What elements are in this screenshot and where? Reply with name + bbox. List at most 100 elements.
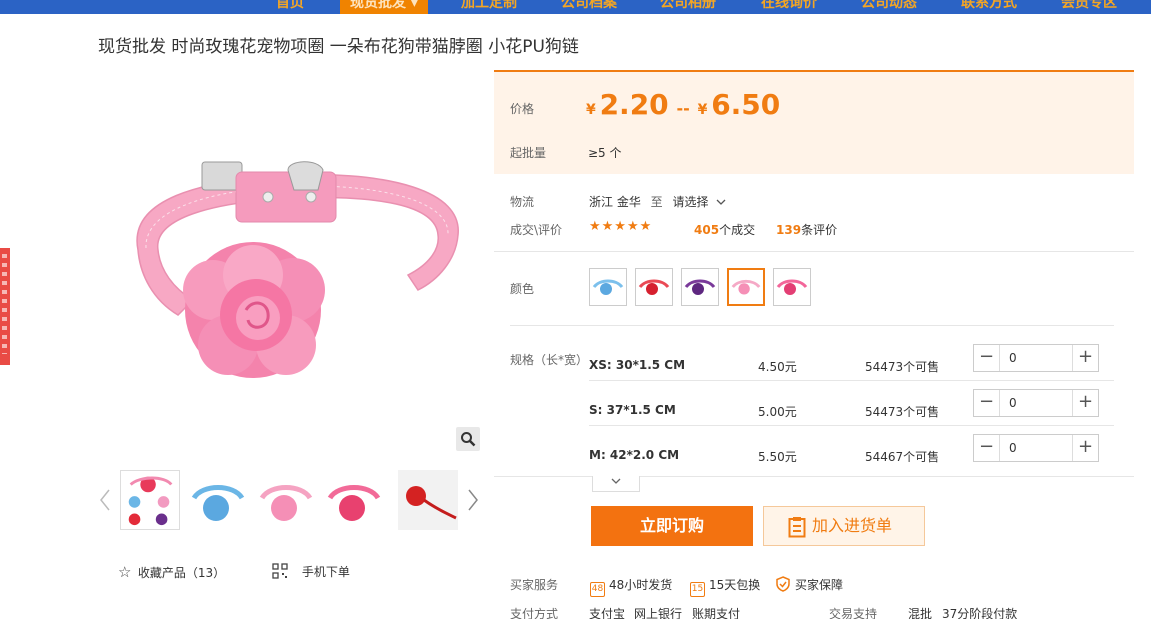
services-label: 买家服务 bbox=[510, 578, 559, 592]
trade-support-label: 交易支持 bbox=[829, 607, 878, 619]
quantity-stepper: − + bbox=[973, 344, 1099, 372]
thumbnail-1[interactable] bbox=[120, 470, 180, 530]
decrement-button[interactable]: − bbox=[974, 345, 1000, 371]
divider bbox=[494, 476, 1134, 477]
nav-home[interactable]: 首页 bbox=[276, 0, 304, 14]
spec-price: 5.00元 bbox=[758, 405, 797, 419]
mobile-order[interactable]: 手机下单 bbox=[272, 563, 350, 580]
moq-value: ≥5 个 bbox=[588, 146, 622, 160]
order-now-button[interactable]: 立即订购 bbox=[591, 506, 753, 546]
nav-member[interactable]: 会员专区 bbox=[1061, 0, 1117, 14]
thumbnail-4[interactable] bbox=[324, 470, 384, 530]
divider bbox=[510, 325, 1114, 326]
currency-symbol: ¥ bbox=[586, 102, 596, 118]
price-panel: 价格 ¥ 2.20 -- ¥ 6.50 起批量 ≥5 个 bbox=[494, 70, 1134, 174]
spec-price: 4.50元 bbox=[758, 360, 797, 374]
spec-label: 规格（长*宽） bbox=[510, 353, 589, 367]
expand-specs-button[interactable] bbox=[592, 476, 640, 492]
reviews-suffix: 条评价 bbox=[801, 223, 838, 237]
service-text: 买家保障 bbox=[795, 578, 844, 592]
price-max: 6.50 bbox=[711, 88, 781, 121]
nav-wholesale[interactable]: 现货批发 ▾ bbox=[340, 0, 428, 14]
color-swatch-purple[interactable] bbox=[681, 268, 719, 306]
product-main-image bbox=[136, 161, 459, 378]
favorite-product[interactable]: ☆ 收藏产品（13） bbox=[118, 563, 225, 581]
logistics-label: 物流 bbox=[510, 195, 535, 209]
zoom-button[interactable] bbox=[456, 427, 480, 451]
divider bbox=[589, 380, 1114, 381]
deals-count[interactable]: 405个成交 bbox=[694, 221, 755, 238]
spec-available: 54467个可售 bbox=[865, 450, 940, 464]
price-separator: -- bbox=[676, 99, 690, 118]
logistics-to: 至 bbox=[650, 195, 663, 209]
nav-contact[interactable]: 联系方式 bbox=[961, 0, 1017, 14]
payment-online-bank: 网上银行 bbox=[634, 607, 683, 619]
star-outline-icon: ☆ bbox=[118, 563, 132, 581]
color-swatch-pink[interactable] bbox=[727, 268, 765, 306]
color-swatch-rose[interactable] bbox=[773, 268, 811, 306]
payment-alipay: 支付宝 bbox=[589, 607, 626, 619]
top-nav: 首页 现货批发 ▾ 加工定制 公司档案 公司相册 在线询价 公司动态 联系方式 … bbox=[0, 0, 1151, 14]
service-text: 15天包换 bbox=[709, 578, 761, 592]
add-to-cart-button[interactable]: 加入进货单 bbox=[763, 506, 925, 546]
thumbnail-2[interactable] bbox=[188, 470, 248, 530]
mobile-order-label: 手机下单 bbox=[301, 565, 350, 579]
payment-credit: 账期支付 bbox=[692, 607, 741, 619]
logistics-origin: 浙江 金华 bbox=[589, 195, 641, 209]
chevron-right-icon[interactable] bbox=[466, 488, 480, 512]
nav-company-album[interactable]: 公司相册 bbox=[660, 0, 716, 14]
spec-name: M: 42*2.0 CM bbox=[589, 448, 680, 462]
quantity-stepper: − + bbox=[973, 389, 1099, 417]
exchange-15d-icon: 15 bbox=[690, 582, 705, 597]
clipboard-icon bbox=[788, 517, 806, 538]
quantity-input[interactable] bbox=[1001, 390, 1071, 416]
reviews-count[interactable]: 139条评价 bbox=[776, 221, 837, 238]
quantity-input[interactable] bbox=[1001, 435, 1071, 461]
price-range: ¥ 2.20 -- ¥ 6.50 bbox=[586, 88, 780, 121]
side-float-tab[interactable] bbox=[0, 248, 10, 365]
price-min: 2.20 bbox=[599, 88, 669, 121]
shield-icon bbox=[776, 576, 790, 592]
chevron-down-icon[interactable] bbox=[716, 198, 726, 206]
trade-installment: 37分阶段付款 bbox=[942, 607, 1018, 619]
rating-stars: ★★★★★ bbox=[589, 219, 653, 234]
decrement-button[interactable]: − bbox=[974, 435, 1000, 461]
reviews-number: 139 bbox=[776, 223, 802, 237]
nav-company-profile[interactable]: 公司档案 bbox=[561, 0, 617, 14]
quantity-input[interactable] bbox=[1001, 345, 1071, 371]
nav-custom[interactable]: 加工定制 bbox=[461, 0, 517, 14]
chevron-left-icon[interactable] bbox=[98, 488, 112, 512]
currency-symbol: ¥ bbox=[697, 102, 708, 118]
shipping-48h-icon: 48 bbox=[590, 582, 605, 597]
increment-button[interactable]: + bbox=[1072, 390, 1098, 416]
spec-price: 5.50元 bbox=[758, 450, 797, 464]
increment-button[interactable]: + bbox=[1072, 435, 1098, 461]
divider bbox=[494, 251, 1134, 252]
destination-select[interactable]: 请选择 bbox=[673, 195, 709, 209]
quantity-stepper: − + bbox=[973, 434, 1099, 462]
thumbnail-3[interactable] bbox=[256, 470, 316, 530]
decrement-button[interactable]: − bbox=[974, 390, 1000, 416]
service-15d: 15 15天包换 bbox=[690, 576, 760, 597]
nav-inquiry[interactable]: 在线询价 bbox=[761, 0, 817, 14]
deals-number: 405 bbox=[694, 223, 720, 237]
qr-code-icon bbox=[272, 563, 288, 579]
logistics-info: 浙江 金华 至 请选择 bbox=[589, 193, 726, 210]
add-to-cart-label: 加入进货单 bbox=[812, 516, 893, 535]
service-48h: 48 48小时发货 bbox=[590, 576, 672, 597]
price-label: 价格 bbox=[510, 102, 535, 116]
nav-company-news[interactable]: 公司动态 bbox=[861, 0, 917, 14]
spec-name: S: 37*1.5 CM bbox=[589, 403, 676, 417]
magnifier-icon bbox=[461, 432, 476, 447]
color-swatch-blue[interactable] bbox=[589, 268, 627, 306]
increment-button[interactable]: + bbox=[1072, 345, 1098, 371]
chevron-down-icon bbox=[611, 478, 621, 484]
trade-mixed: 混批 bbox=[908, 607, 933, 619]
color-swatch-red[interactable] bbox=[635, 268, 673, 306]
color-label: 颜色 bbox=[510, 282, 535, 296]
spec-name: XS: 30*1.5 CM bbox=[589, 358, 686, 372]
rating-label: 成交\评价 bbox=[510, 223, 563, 237]
moq-label: 起批量 bbox=[510, 146, 547, 160]
product-title: 现货批发 时尚玫瑰花宠物项圈 一朵布花狗带猫脖圈 小花PU狗链 bbox=[98, 37, 579, 57]
thumbnail-5[interactable] bbox=[398, 470, 458, 530]
